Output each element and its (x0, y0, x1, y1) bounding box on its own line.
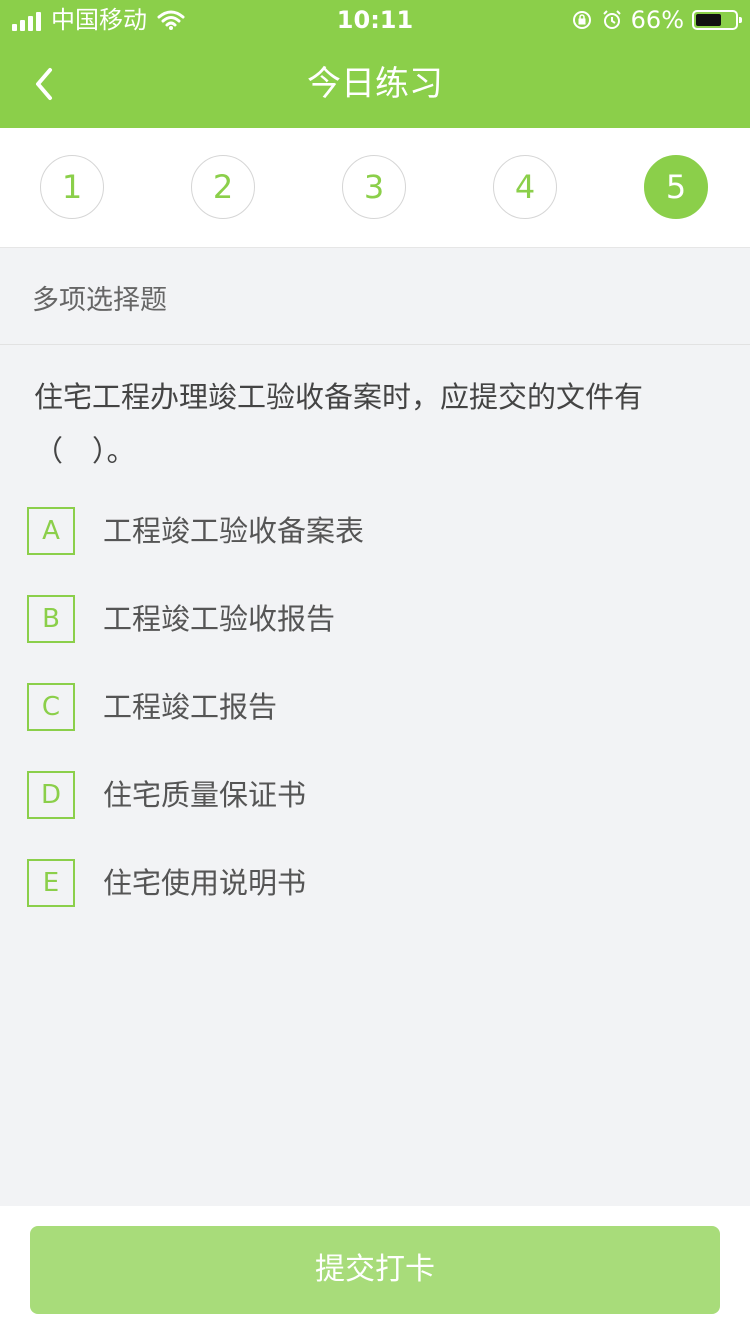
step-3[interactable]: 3 (342, 155, 406, 219)
question-type-label: 多项选择题 (32, 285, 167, 316)
step-1[interactable]: 1 (40, 155, 104, 219)
question-stem: 住宅工程办理竣工验收备案时，应提交的文件有（ ）。 (34, 380, 644, 468)
option-a[interactable]: A 工程竣工验收备案表 (27, 507, 717, 557)
option-text: 工程竣工验收报告 (103, 602, 336, 636)
page-title: 今日练习 (307, 64, 443, 104)
option-d[interactable]: D 住宅质量保证书 (27, 771, 717, 821)
question-step-nav: 1 2 3 4 5 (0, 128, 750, 248)
step-5[interactable]: 5 (644, 155, 708, 219)
submit-checkin-button[interactable]: 提交打卡 (30, 1226, 720, 1314)
option-letter: C (27, 683, 75, 731)
status-right: 66% (571, 5, 742, 35)
rotation-lock-icon (572, 11, 591, 29)
option-text: 工程竣工验收备案表 (103, 514, 365, 548)
question-type-bar: 多项选择题 (0, 248, 750, 345)
nav-bar: 今日练习 (0, 40, 750, 128)
option-letter: B (27, 595, 75, 643)
option-text: 住宅使用说明书 (103, 866, 307, 900)
option-b[interactable]: B 工程竣工验收报告 (27, 595, 717, 645)
option-c[interactable]: C 工程竣工报告 (27, 683, 717, 733)
option-letter: D (27, 771, 75, 819)
step-2[interactable]: 2 (191, 155, 255, 219)
option-text: 工程竣工报告 (103, 690, 278, 724)
status-bar: 中国移动 10:11 66% (0, 0, 750, 40)
option-letter: E (27, 859, 75, 907)
option-text: 住宅质量保证书 (103, 778, 307, 812)
option-e[interactable]: E 住宅使用说明书 (27, 859, 717, 909)
option-letter: A (27, 507, 75, 555)
battery-icon (692, 10, 742, 30)
alarm-icon (602, 10, 621, 29)
footer-bar: 提交打卡 (0, 1206, 750, 1334)
battery-percent: 66% (630, 6, 684, 34)
step-4[interactable]: 4 (493, 155, 557, 219)
